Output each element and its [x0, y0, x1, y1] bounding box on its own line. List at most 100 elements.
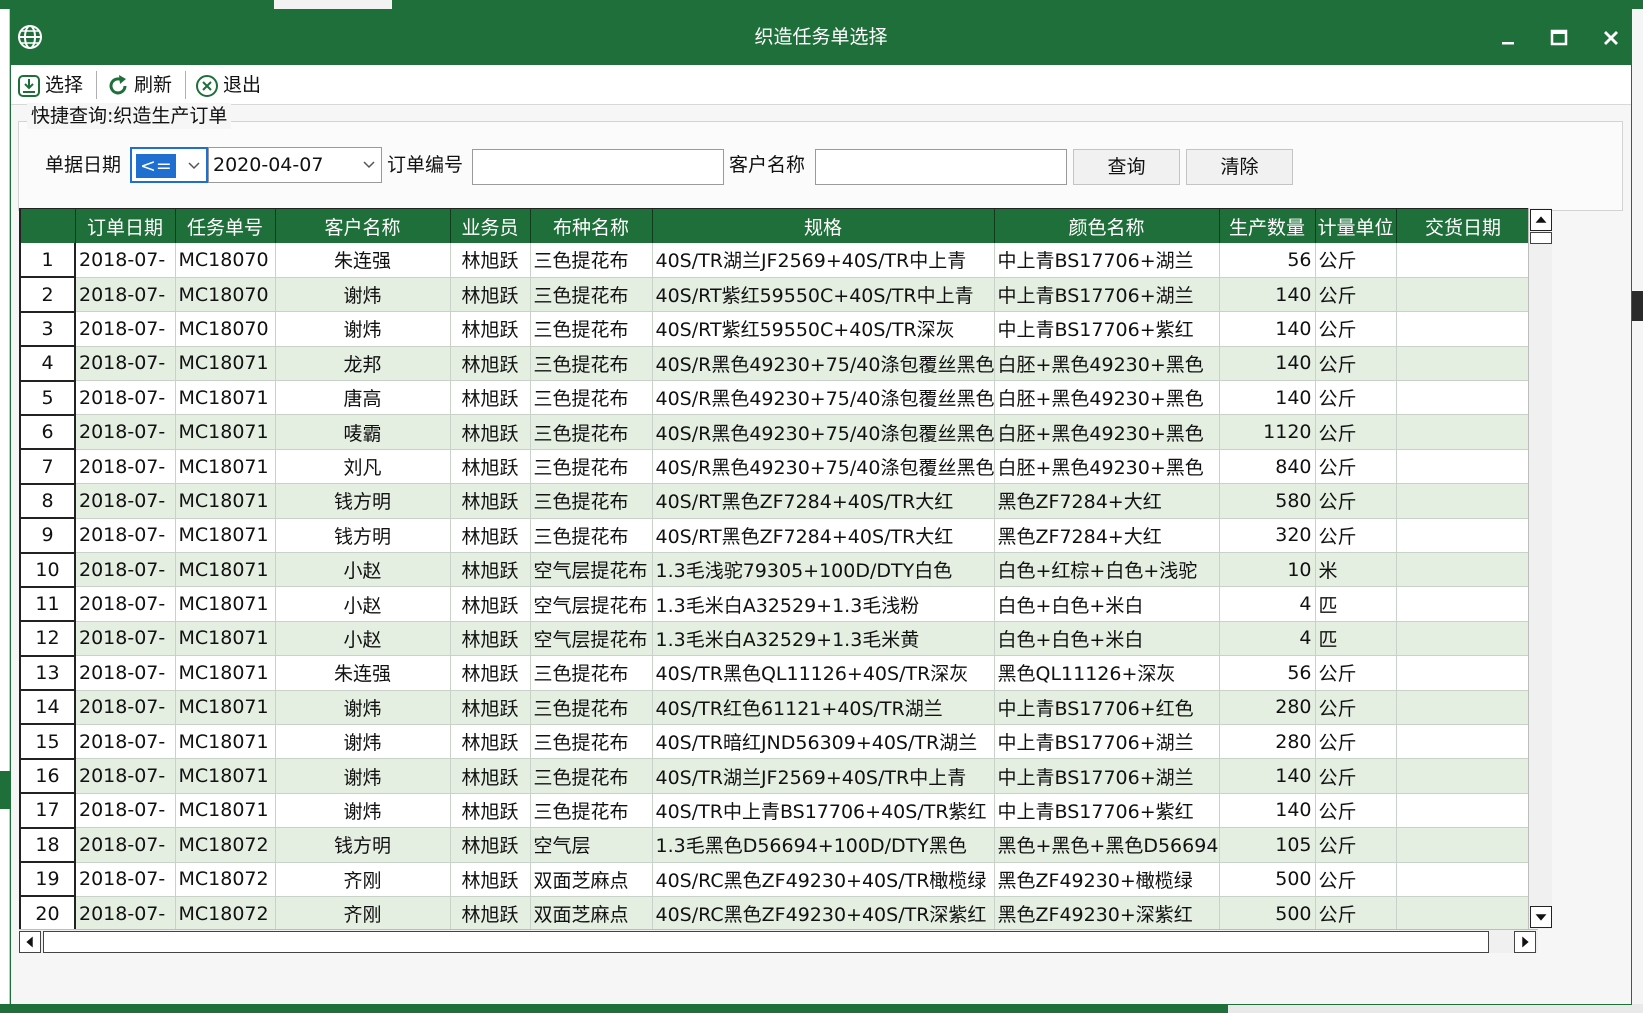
vertical-scrollbar[interactable] [1528, 208, 1552, 929]
spec-cell: 40S/TR暗红JND56309+40S/TR湖兰 [652, 724, 995, 760]
clear-button[interactable]: 清除 [1186, 149, 1293, 185]
column-header[interactable]: 交货日期 [1396, 209, 1528, 243]
row-number: 3 [21, 311, 76, 348]
column-header[interactable]: 客户名称 [275, 209, 451, 243]
horizontal-scroll-thumb[interactable] [43, 931, 1489, 953]
column-header[interactable]: 规格 [652, 209, 995, 243]
customer-cell: 唐高 [275, 380, 451, 416]
row-number: 12 [21, 621, 76, 657]
task-no-cell: MC18072 [175, 827, 276, 863]
scroll-down-icon[interactable] [1530, 906, 1552, 928]
table-row[interactable]: 15 2018-07- MC18071 谢炜 林旭跃 三色提花布 40S/TR暗红JND56… [21, 724, 1528, 760]
table-row[interactable]: 9 2018-07- MC18071 钱方明 林旭跃 三色提花布 40S/RT黑色ZF728… [21, 518, 1528, 554]
fabric-cell: 三色提花布 [530, 243, 653, 278]
table-row[interactable]: 6 2018-07- MC18071 唛霸 林旭跃 三色提花布 40S/R黑色49230+7… [21, 414, 1528, 451]
order-date-cell: 2018-07- [75, 758, 176, 794]
quantity-cell: 140 [1219, 346, 1316, 382]
column-header[interactable]: 颜色名称 [994, 209, 1220, 243]
table-row[interactable]: 1 2018-07- MC18070 朱连强 林旭跃 三色提花布 40S/TR湖兰JF256… [21, 243, 1528, 279]
column-header[interactable]: 计量单位 [1315, 209, 1397, 243]
scroll-left-icon[interactable] [19, 931, 41, 953]
task-no-cell: MC18070 [175, 277, 276, 313]
salesman-cell: 林旭跃 [450, 483, 531, 519]
quantity-cell: 280 [1219, 690, 1316, 725]
salesman-cell: 林旭跃 [450, 346, 531, 382]
color-cell: 白胚+黑色49230+黑色 [994, 346, 1220, 382]
task-no-cell: MC18071 [175, 724, 276, 760]
date-picker[interactable]: 2020-04-07 [208, 147, 382, 183]
exit-button[interactable]: 退出 [195, 69, 271, 101]
toolbar: 选择 刷新 退出 [11, 65, 1631, 105]
order-date-cell: 2018-07- [75, 518, 176, 554]
salesman-cell: 林旭跃 [450, 380, 531, 416]
delivery-date-cell [1396, 793, 1528, 829]
table-row[interactable]: 3 2018-07- MC18070 谢炜 林旭跃 三色提花布 40S/RT紫红59550C… [21, 311, 1528, 348]
quantity-cell: 140 [1219, 277, 1316, 313]
column-header[interactable]: 布种名称 [530, 209, 653, 243]
table-row[interactable]: 10 2018-07- MC18071 小赵 林旭跃 空气层提花布 1.3毛浅驼79305+… [21, 552, 1528, 588]
quantity-cell: 320 [1219, 518, 1316, 554]
table-row[interactable]: 2 2018-07- MC18070 谢炜 林旭跃 三色提花布 40S/RT紫红59550C… [21, 277, 1528, 313]
column-header[interactable]: 业务员 [450, 209, 531, 243]
task-grid: 订单日期 任务单号 客户名称 业务员 布种名称 规格 颜色名称 生产数量 计量单… [19, 208, 1528, 929]
quantity-cell: 56 [1219, 243, 1316, 278]
table-row[interactable]: 20 2018-07- MC18072 齐刚 林旭跃 双面芝麻点 40S/RC黑色ZF492… [21, 896, 1528, 929]
table-row[interactable]: 8 2018-07- MC18071 钱方明 林旭跃 三色提花布 40S/RT黑色ZF728… [21, 483, 1528, 520]
salesman-cell: 林旭跃 [450, 449, 531, 485]
vertical-scroll-thumb[interactable] [1530, 232, 1552, 244]
column-header[interactable]: 生产数量 [1219, 209, 1316, 243]
fabric-cell: 三色提花布 [530, 758, 653, 794]
customer-cell: 龙邦 [275, 346, 451, 382]
order-date-cell: 2018-07- [75, 896, 176, 929]
delivery-date-cell [1396, 827, 1528, 863]
chevron-down-icon [188, 162, 200, 170]
table-row[interactable]: 11 2018-07- MC18071 小赵 林旭跃 空气层提花布 1.3毛米白A32529… [21, 586, 1528, 623]
minimize-icon[interactable] [1488, 18, 1528, 58]
unit-cell: 匹 [1315, 586, 1397, 622]
select-label: 选择 [45, 74, 84, 96]
spec-cell: 40S/RC黑色ZF49230+40S/TR深紫红 [652, 896, 995, 929]
table-row[interactable]: 12 2018-07- MC18071 小赵 林旭跃 空气层提花布 1.3毛米白A32529… [21, 621, 1528, 657]
unit-cell: 公斤 [1315, 483, 1397, 519]
color-cell: 黑色QL11126+深灰 [994, 655, 1220, 691]
table-row[interactable]: 19 2018-07- MC18072 齐刚 林旭跃 双面芝麻点 40S/RC黑色ZF492… [21, 862, 1528, 898]
table-row[interactable]: 5 2018-07- MC18071 唐高 林旭跃 三色提花布 40S/R黑色49230+7… [21, 380, 1528, 416]
unit-cell: 公斤 [1315, 758, 1397, 794]
scroll-up-icon[interactable] [1530, 209, 1552, 231]
unit-cell: 公斤 [1315, 690, 1397, 725]
title-bar[interactable]: 织造任务单选择 [11, 10, 1631, 65]
exit-icon [196, 75, 218, 97]
row-number: 13 [21, 655, 76, 692]
fabric-cell: 空气层提花布 [530, 621, 653, 657]
salesman-cell: 林旭跃 [450, 896, 531, 929]
search-button[interactable]: 查询 [1073, 149, 1180, 185]
column-header[interactable]: 订单日期 [75, 209, 176, 243]
select-button[interactable]: 选择 [17, 69, 93, 101]
maximize-icon[interactable] [1539, 18, 1579, 58]
date-operator-select[interactable]: <= [130, 147, 208, 183]
color-cell: 中上青BS17706+红色 [994, 690, 1220, 725]
table-row[interactable]: 4 2018-07- MC18071 龙邦 林旭跃 三色提花布 40S/R黑色49230+7… [21, 346, 1528, 382]
refresh-button[interactable]: 刷新 [106, 69, 182, 101]
table-row[interactable]: 7 2018-07- MC18071 刘凡 林旭跃 三色提花布 40S/R黑色49230+7… [21, 449, 1528, 485]
table-row[interactable]: 17 2018-07- MC18071 谢炜 林旭跃 三色提花布 40S/TR中上青BS17… [21, 793, 1528, 829]
unit-cell: 公斤 [1315, 311, 1397, 347]
customer-cell: 刘凡 [275, 449, 451, 485]
corner-header [21, 209, 76, 243]
table-row[interactable]: 14 2018-07- MC18071 谢炜 林旭跃 三色提花布 40S/TR红色61121… [21, 690, 1528, 726]
table-row[interactable]: 18 2018-07- MC18072 钱方明 林旭跃 空气层 1.3毛黑色D56694+1… [21, 827, 1528, 864]
column-header[interactable]: 任务单号 [175, 209, 276, 243]
horizontal-scrollbar[interactable] [19, 929, 1538, 953]
unit-cell: 公斤 [1315, 414, 1397, 450]
table-row[interactable]: 16 2018-07- MC18071 谢炜 林旭跃 三色提花布 40S/TR湖兰JF256… [21, 758, 1528, 795]
fabric-cell: 三色提花布 [530, 655, 653, 691]
customer-cell: 小赵 [275, 586, 451, 622]
quantity-cell: 140 [1219, 793, 1316, 829]
table-row[interactable]: 13 2018-07- MC18071 朱连强 林旭跃 三色提花布 40S/TR黑色QL11… [21, 655, 1528, 692]
row-number: 8 [21, 483, 76, 520]
order-no-input[interactable] [472, 149, 724, 185]
customer-cell: 谢炜 [275, 793, 451, 829]
scroll-right-icon[interactable] [1514, 931, 1536, 953]
customer-input[interactable] [815, 149, 1067, 185]
close-icon[interactable] [1591, 18, 1631, 58]
